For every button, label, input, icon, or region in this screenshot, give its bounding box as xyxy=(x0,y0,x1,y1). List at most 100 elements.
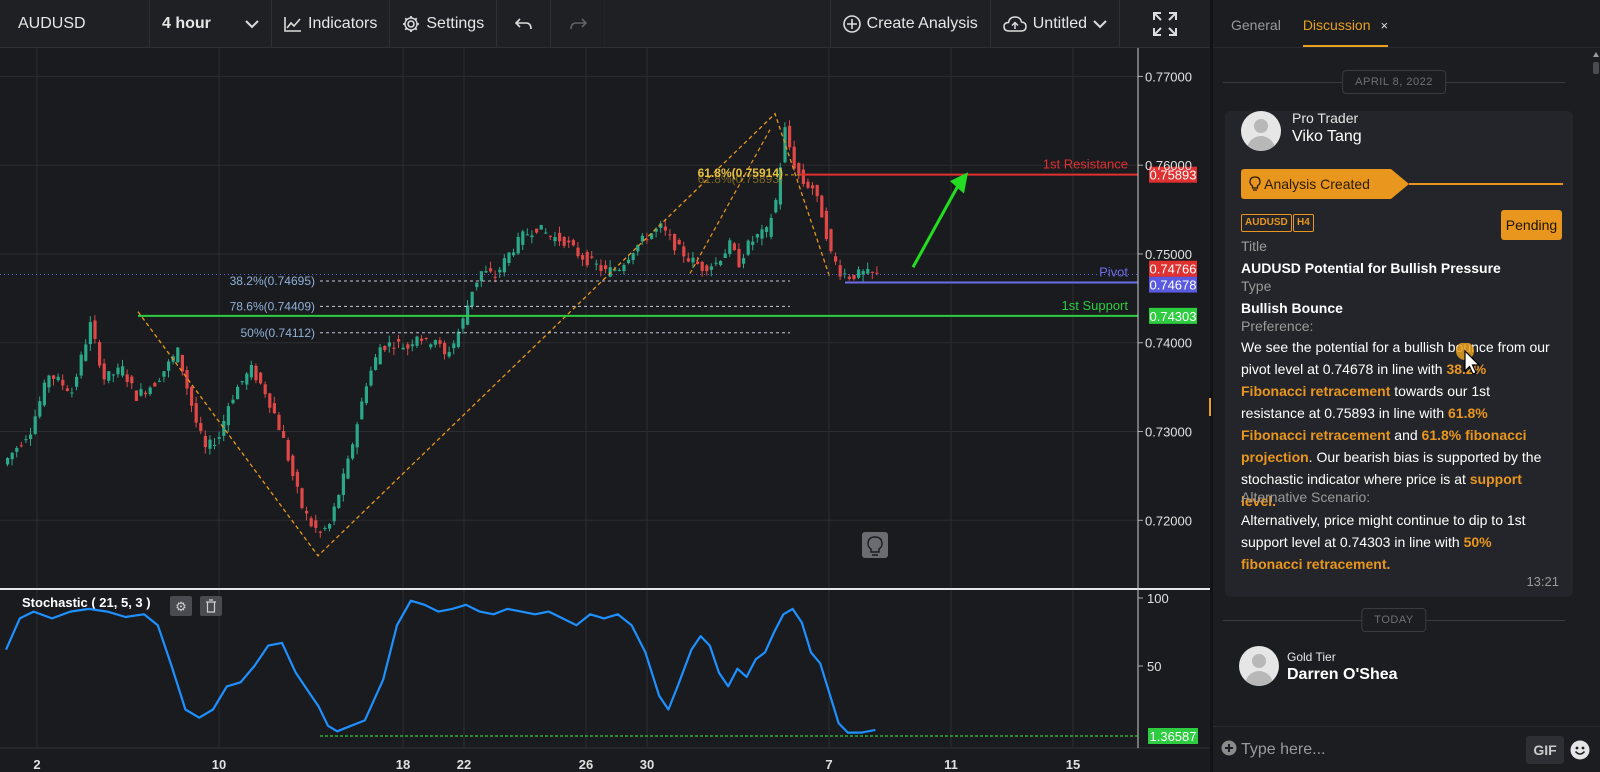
candle xyxy=(631,253,635,261)
candle xyxy=(194,403,198,423)
mouse-pointer-icon xyxy=(1456,343,1481,375)
candle xyxy=(144,392,148,395)
undo-button[interactable] xyxy=(497,0,552,48)
candle xyxy=(29,434,33,439)
candle xyxy=(6,457,10,465)
pivot-value: 0.74678 xyxy=(1150,278,1197,293)
candle xyxy=(199,423,203,431)
candle xyxy=(673,234,677,251)
candle xyxy=(622,264,626,272)
candle xyxy=(751,241,755,245)
candle xyxy=(742,258,746,264)
create-analysis-button[interactable]: Create Analysis xyxy=(831,0,991,48)
date-separator-label: TODAY xyxy=(1361,608,1427,632)
candle xyxy=(259,372,263,384)
symbol-selector[interactable]: AUDUSD xyxy=(0,0,150,48)
message-input[interactable] xyxy=(1241,737,1491,763)
candle xyxy=(429,344,433,348)
feed-scrollbar[interactable] xyxy=(1592,52,1600,722)
author-name[interactable]: Darren O'Shea xyxy=(1287,666,1398,684)
candle xyxy=(15,448,19,452)
status-badge[interactable]: Pending xyxy=(1501,210,1562,240)
candle xyxy=(806,181,810,188)
candle xyxy=(249,365,253,378)
candle xyxy=(765,227,769,233)
y-tick-label: 100 xyxy=(1147,591,1169,606)
avatar[interactable] xyxy=(1241,111,1281,151)
candle xyxy=(116,367,120,375)
author-role: Gold Tier xyxy=(1287,650,1336,664)
candle xyxy=(378,347,382,365)
redo-button[interactable] xyxy=(551,0,606,48)
candle xyxy=(88,322,92,345)
scroll-thumb[interactable] xyxy=(1593,62,1599,74)
candle xyxy=(663,226,667,231)
candle xyxy=(866,268,870,274)
candle xyxy=(121,366,125,376)
timeframe-selector[interactable]: 4 hour xyxy=(150,0,272,48)
candle xyxy=(705,265,709,272)
candle xyxy=(567,240,571,243)
gif-button[interactable]: GIF xyxy=(1526,736,1564,764)
avatar[interactable] xyxy=(1239,646,1279,686)
indicators-button[interactable]: Indicators xyxy=(272,0,391,48)
candle xyxy=(203,435,207,448)
candle xyxy=(360,401,364,420)
candle xyxy=(369,370,373,386)
candle xyxy=(797,163,801,174)
candle xyxy=(332,506,336,522)
candle xyxy=(272,403,276,414)
candle xyxy=(79,354,83,376)
candle xyxy=(443,343,447,355)
candle xyxy=(383,345,387,350)
candle xyxy=(746,240,750,255)
candle xyxy=(470,291,474,307)
panel-tabs: General Discussion × xyxy=(1213,0,1600,48)
layout-selector[interactable]: Untitled xyxy=(991,0,1120,48)
candle xyxy=(585,252,589,266)
candle xyxy=(406,344,410,349)
author-name[interactable]: Viko Tang xyxy=(1292,128,1362,146)
candle xyxy=(180,354,184,372)
x-tick-label: 30 xyxy=(640,757,654,772)
second-post: Gold Tier Darren O'Shea xyxy=(1233,646,1573,722)
tab-general[interactable]: General xyxy=(1231,17,1281,47)
analysis-title: AUDUSD Potential for Bullish Pressure xyxy=(1241,260,1501,276)
candle xyxy=(346,458,350,479)
candle xyxy=(479,271,483,282)
plus-circle-icon[interactable] xyxy=(1221,740,1237,756)
fullscreen-button[interactable] xyxy=(1120,0,1210,48)
candle xyxy=(52,375,56,379)
close-icon[interactable]: × xyxy=(1381,18,1389,33)
emoji-icon[interactable] xyxy=(1570,740,1590,760)
candle xyxy=(309,518,313,527)
candle xyxy=(700,261,704,271)
candle xyxy=(852,274,856,280)
candle xyxy=(502,258,506,273)
lightbulb-button xyxy=(862,532,888,558)
settings-button[interactable]: Settings xyxy=(390,0,498,48)
support-line-label: 1st Support xyxy=(1062,298,1129,313)
message-feed[interactable]: APRIL 8, 2022 Pro Trader Viko Tang Analy… xyxy=(1213,50,1600,722)
candle xyxy=(236,386,240,400)
candle xyxy=(24,439,28,441)
candle xyxy=(857,269,861,278)
post-timestamp: 13:21 xyxy=(1526,574,1559,589)
candle xyxy=(10,452,14,460)
candle xyxy=(553,237,557,242)
candle xyxy=(696,261,700,264)
candle xyxy=(447,352,451,357)
candle xyxy=(709,266,713,270)
scroll-up-icon[interactable] xyxy=(1593,52,1599,57)
candle xyxy=(355,424,359,448)
candle xyxy=(70,392,74,394)
tab-discussion[interactable]: Discussion × xyxy=(1302,17,1389,47)
analysis-created-tag: Analysis Created xyxy=(1241,169,1409,199)
date-separator: TODAY xyxy=(1223,608,1565,632)
cloud-upload-icon xyxy=(1002,15,1027,32)
candle xyxy=(438,340,442,344)
price-chart[interactable]: 38.2%(0.74695) 78.6%(0.74409) 50%(0.74112)… xyxy=(0,48,1210,772)
candle xyxy=(475,282,479,288)
message-bar: GIF xyxy=(1213,726,1600,772)
x-tick-label: 18 xyxy=(396,757,410,772)
